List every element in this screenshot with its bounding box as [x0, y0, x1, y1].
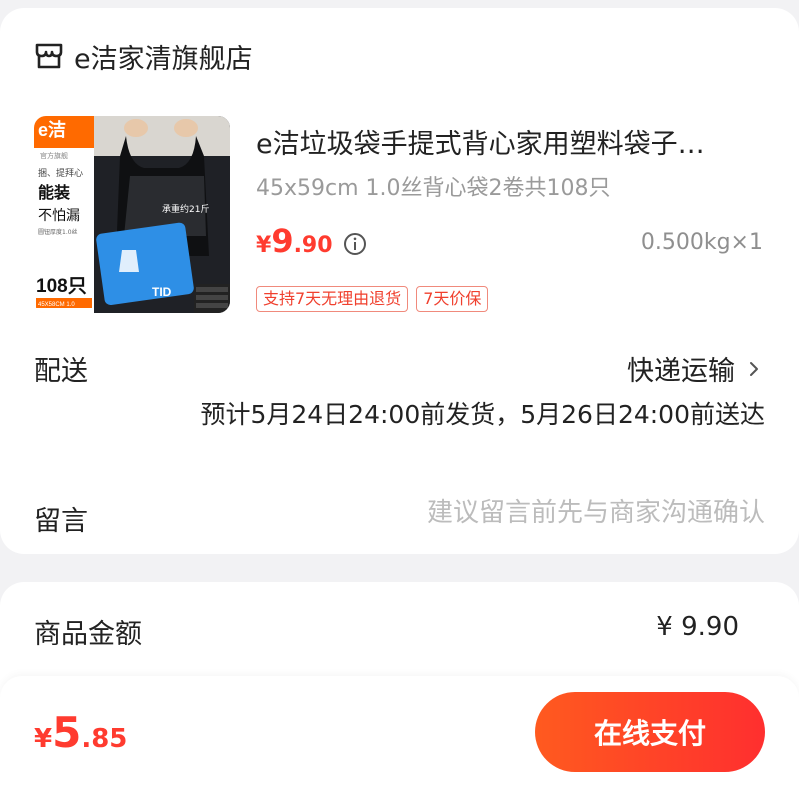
price-decimal: .90 [293, 233, 333, 258]
product-image-art: e洁 官方旗舰 捆、提拜心 能装 不怕漏 圆钮厚度1.0丝 108只 45X58… [34, 116, 230, 313]
svg-text:圆钮厚度1.0丝: 圆钮厚度1.0丝 [38, 228, 78, 236]
shipping-method: 快递运输 [627, 356, 735, 387]
tag-price-protection: 7天价保 [416, 286, 489, 312]
product-title[interactable]: e洁垃圾袋手提式背心家用塑料袋子… [256, 122, 756, 161]
product-image[interactable]: e洁 官方旗舰 捆、提拜心 能装 不怕漏 圆钮厚度1.0丝 108只 45X58… [34, 116, 230, 313]
svg-text:不怕漏: 不怕漏 [38, 208, 80, 224]
svg-text:能装: 能装 [38, 183, 70, 202]
total-integer: 5 [52, 708, 82, 757]
tag-return-policy: 支持7天无理由退货 [256, 286, 409, 312]
product-spec: 45x59cm 1.0丝背心袋2卷共108只 [256, 176, 611, 201]
message-label: 留言 [34, 506, 88, 537]
total-price: ¥ 5 .85 [34, 708, 127, 757]
goods-amount-value: ¥ 9.90 [656, 612, 739, 642]
total-decimal: .85 [81, 724, 128, 754]
brand-logo-text: e洁 [38, 119, 66, 140]
shipping-method-selector[interactable]: 快递运输 [627, 349, 761, 388]
svg-text:承重约21斤: 承重约21斤 [162, 203, 209, 215]
svg-text:108只: 108只 [36, 276, 87, 297]
price-integer: 9 [271, 222, 294, 260]
store-header[interactable]: e洁家清旗舰店 [34, 38, 253, 75]
svg-text:TID: TID [152, 285, 172, 299]
service-tags: 支持7天无理由退货 7天价保 [256, 286, 489, 312]
message-input[interactable] [345, 498, 765, 528]
delivery-estimate: 预计5月24日24:00前发货，5月26日24:00前送达 [200, 400, 765, 429]
store-icon [35, 43, 63, 69]
product-weight-quantity: 0.500kg×1 [640, 230, 763, 255]
svg-text:45X58CM 1.0: 45X58CM 1.0 [38, 302, 75, 308]
store-name: e洁家清旗舰店 [74, 43, 253, 75]
svg-text:捆、提拜心: 捆、提拜心 [38, 167, 83, 179]
pay-online-button[interactable]: 在线支付 [535, 692, 765, 772]
info-icon[interactable] [343, 232, 367, 256]
shipping-label: 配送 [34, 356, 88, 387]
total-currency: ¥ [34, 724, 53, 754]
chevron-right-icon [750, 361, 758, 376]
price-currency: ¥ [256, 233, 272, 258]
goods-amount-label: 商品金额 [34, 619, 142, 650]
product-price: ¥ 9 .90 [256, 222, 333, 260]
svg-text:官方旗舰: 官方旗舰 [40, 151, 68, 160]
